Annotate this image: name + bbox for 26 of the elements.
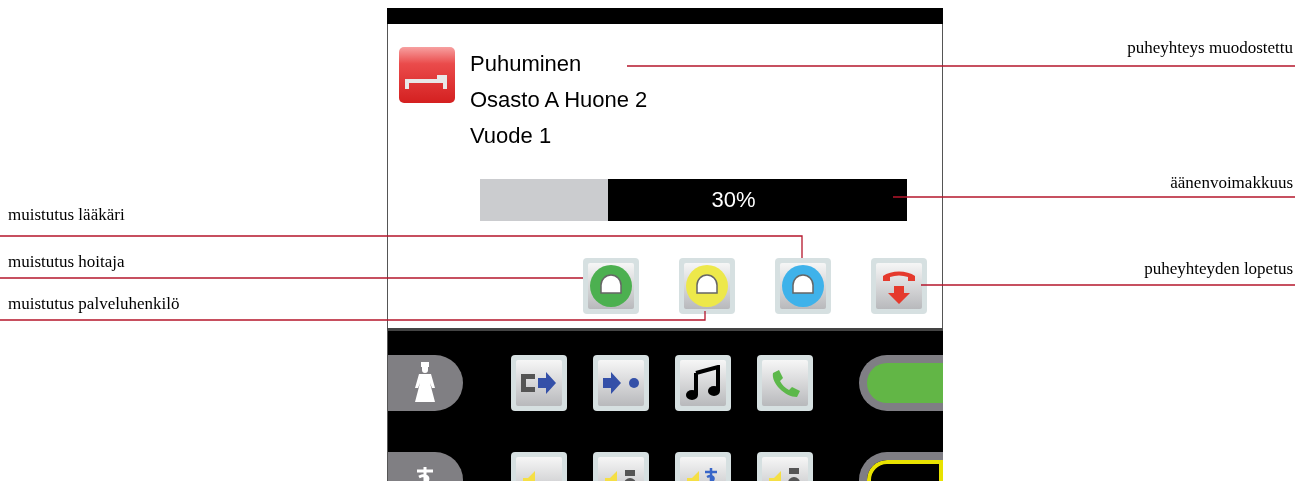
- arrow-dot-button[interactable]: [592, 355, 649, 411]
- callout-label: muistutus hoitaja: [8, 252, 125, 272]
- callout-label: äänenvoimakkuus: [1170, 173, 1293, 193]
- callout-label: muistutus lääkäri: [8, 205, 125, 225]
- nurse-tab[interactable]: [388, 355, 463, 411]
- volume-reading: 30%: [711, 187, 756, 213]
- callout-label: puheyhteyden lopetus: [1144, 259, 1293, 279]
- callout-label: muistutus palveluhenkilö: [8, 294, 180, 314]
- callout-label: puheyhteys muodostettu: [1127, 38, 1293, 58]
- phone-button[interactable]: [756, 355, 813, 411]
- bed-icon: [399, 47, 455, 103]
- status-pill[interactable]: [858, 355, 943, 411]
- end-call-button[interactable]: [871, 258, 927, 314]
- music-note-button[interactable]: [674, 355, 731, 411]
- nurse-figure-icon: [413, 362, 438, 404]
- location-text: Osasto A Huone 2: [470, 86, 648, 114]
- reminder-button[interactable]: [775, 258, 831, 314]
- reminder-button[interactable]: [679, 258, 735, 314]
- volume-bar[interactable]: 30%: [480, 179, 907, 221]
- door-arrow-button[interactable]: [510, 355, 567, 411]
- reminder-button[interactable]: [583, 258, 639, 314]
- music-note-icon: [685, 365, 720, 401]
- call-status: Puhuminen: [470, 50, 583, 78]
- door-arrow-icon: [518, 371, 559, 395]
- arrow-dot-icon: [600, 371, 641, 395]
- bed-text: Vuode 1: [470, 122, 553, 150]
